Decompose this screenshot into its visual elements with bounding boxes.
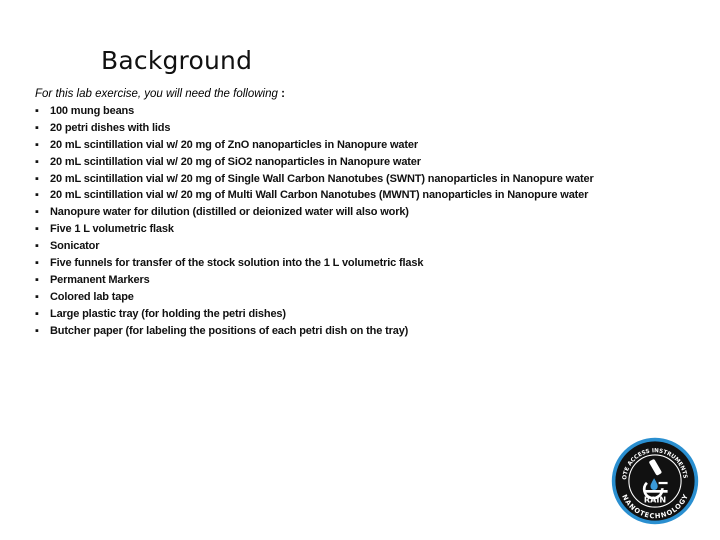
bullet-icon: ▪ — [35, 121, 39, 134]
intro-text: For this lab exercise, you will need the… — [35, 86, 715, 103]
materials-list: ▪ 100 mung beans ▪ 20 petri dishes with lid… — [35, 103, 715, 339]
list-item: ▪ Large plastic tray (for holding the pet… — [35, 306, 715, 323]
slide-content: For this lab exercise, you will need the… — [35, 86, 715, 339]
list-item: ▪ 20 mL scintillation vial w/ 20 mg of Zn… — [35, 137, 715, 154]
bullet-icon: ▪ — [35, 324, 39, 337]
list-item-text: Large plastic tray (for holding the petr… — [50, 307, 286, 320]
list-item-text: Nanopure water for dilution (distilled o… — [50, 206, 409, 219]
list-item-text: 20 mL scintillation vial w/ 20 mg of SiO… — [50, 155, 421, 168]
list-item: ▪ 20 mL scintillation vial w/ 20 mg of Si… — [35, 154, 715, 171]
slide-title: Background — [101, 46, 253, 75]
list-item: ▪ Sonicator — [35, 238, 715, 255]
bullet-icon: ▪ — [35, 273, 39, 286]
list-item: ▪ Five 1 L volumetric flask — [35, 221, 715, 238]
list-item: ▪ 100 mung beans — [35, 103, 715, 120]
list-item-text: Colored lab tape — [50, 290, 134, 303]
list-item-text: 20 mL scintillation vial w/ 20 mg of ZnO… — [50, 138, 418, 151]
rain-nanotechnology-logo: REMOTE ACCESS INSTRUMENTS FOR NANOTECHNO… — [610, 436, 699, 525]
bullet-icon: ▪ — [35, 307, 39, 320]
intro-colon: : — [277, 88, 285, 100]
bullet-icon: ▪ — [35, 172, 39, 185]
list-item-text: 20 petri dishes with lids — [50, 121, 171, 134]
list-item: ▪ Butcher paper (for labeling the positio… — [35, 323, 715, 340]
bullet-icon: ▪ — [35, 189, 39, 202]
intro-sentence: For this lab exercise, you will need the… — [35, 88, 278, 100]
list-item: ▪ Colored lab tape — [35, 289, 715, 306]
list-item: ▪ Five funnels for transfer of the stock … — [35, 255, 715, 272]
list-item: ▪ Permanent Markers — [35, 272, 715, 289]
list-item-text: Butcher paper (for labeling the position… — [50, 324, 409, 337]
list-item-text: 20 mL scintillation vial w/ 20 mg of Mul… — [50, 189, 589, 202]
bullet-icon: ▪ — [35, 105, 39, 117]
list-item-text: 20 mL scintillation vial w/ 20 mg of Sin… — [50, 172, 594, 185]
list-item-text: Five funnels for transfer of the stock s… — [50, 257, 424, 270]
list-item-text: 100 mung beans — [50, 105, 135, 117]
list-item-text: Sonicator — [50, 240, 100, 253]
list-item: ▪ 20 mL scintillation vial w/ 20 mg of Mu… — [35, 187, 715, 204]
list-item-text: Permanent Markers — [50, 273, 150, 286]
bullet-icon: ▪ — [35, 155, 39, 168]
list-item: ▪ 20 petri dishes with lids — [35, 120, 715, 137]
bullet-icon: ▪ — [35, 240, 39, 253]
bullet-icon: ▪ — [35, 138, 39, 151]
list-item: ▪ Nanopure water for dilution (distilled … — [35, 204, 715, 221]
bullet-icon: ▪ — [35, 257, 39, 270]
list-item: ▪ 20 mL scintillation vial w/ 20 mg of Si… — [35, 171, 715, 188]
list-item-text: Five 1 L volumetric flask — [50, 223, 174, 236]
logo-center-text: RAIN — [644, 495, 666, 505]
bullet-icon: ▪ — [35, 290, 39, 303]
bullet-icon: ▪ — [35, 206, 39, 219]
bullet-icon: ▪ — [35, 223, 39, 236]
